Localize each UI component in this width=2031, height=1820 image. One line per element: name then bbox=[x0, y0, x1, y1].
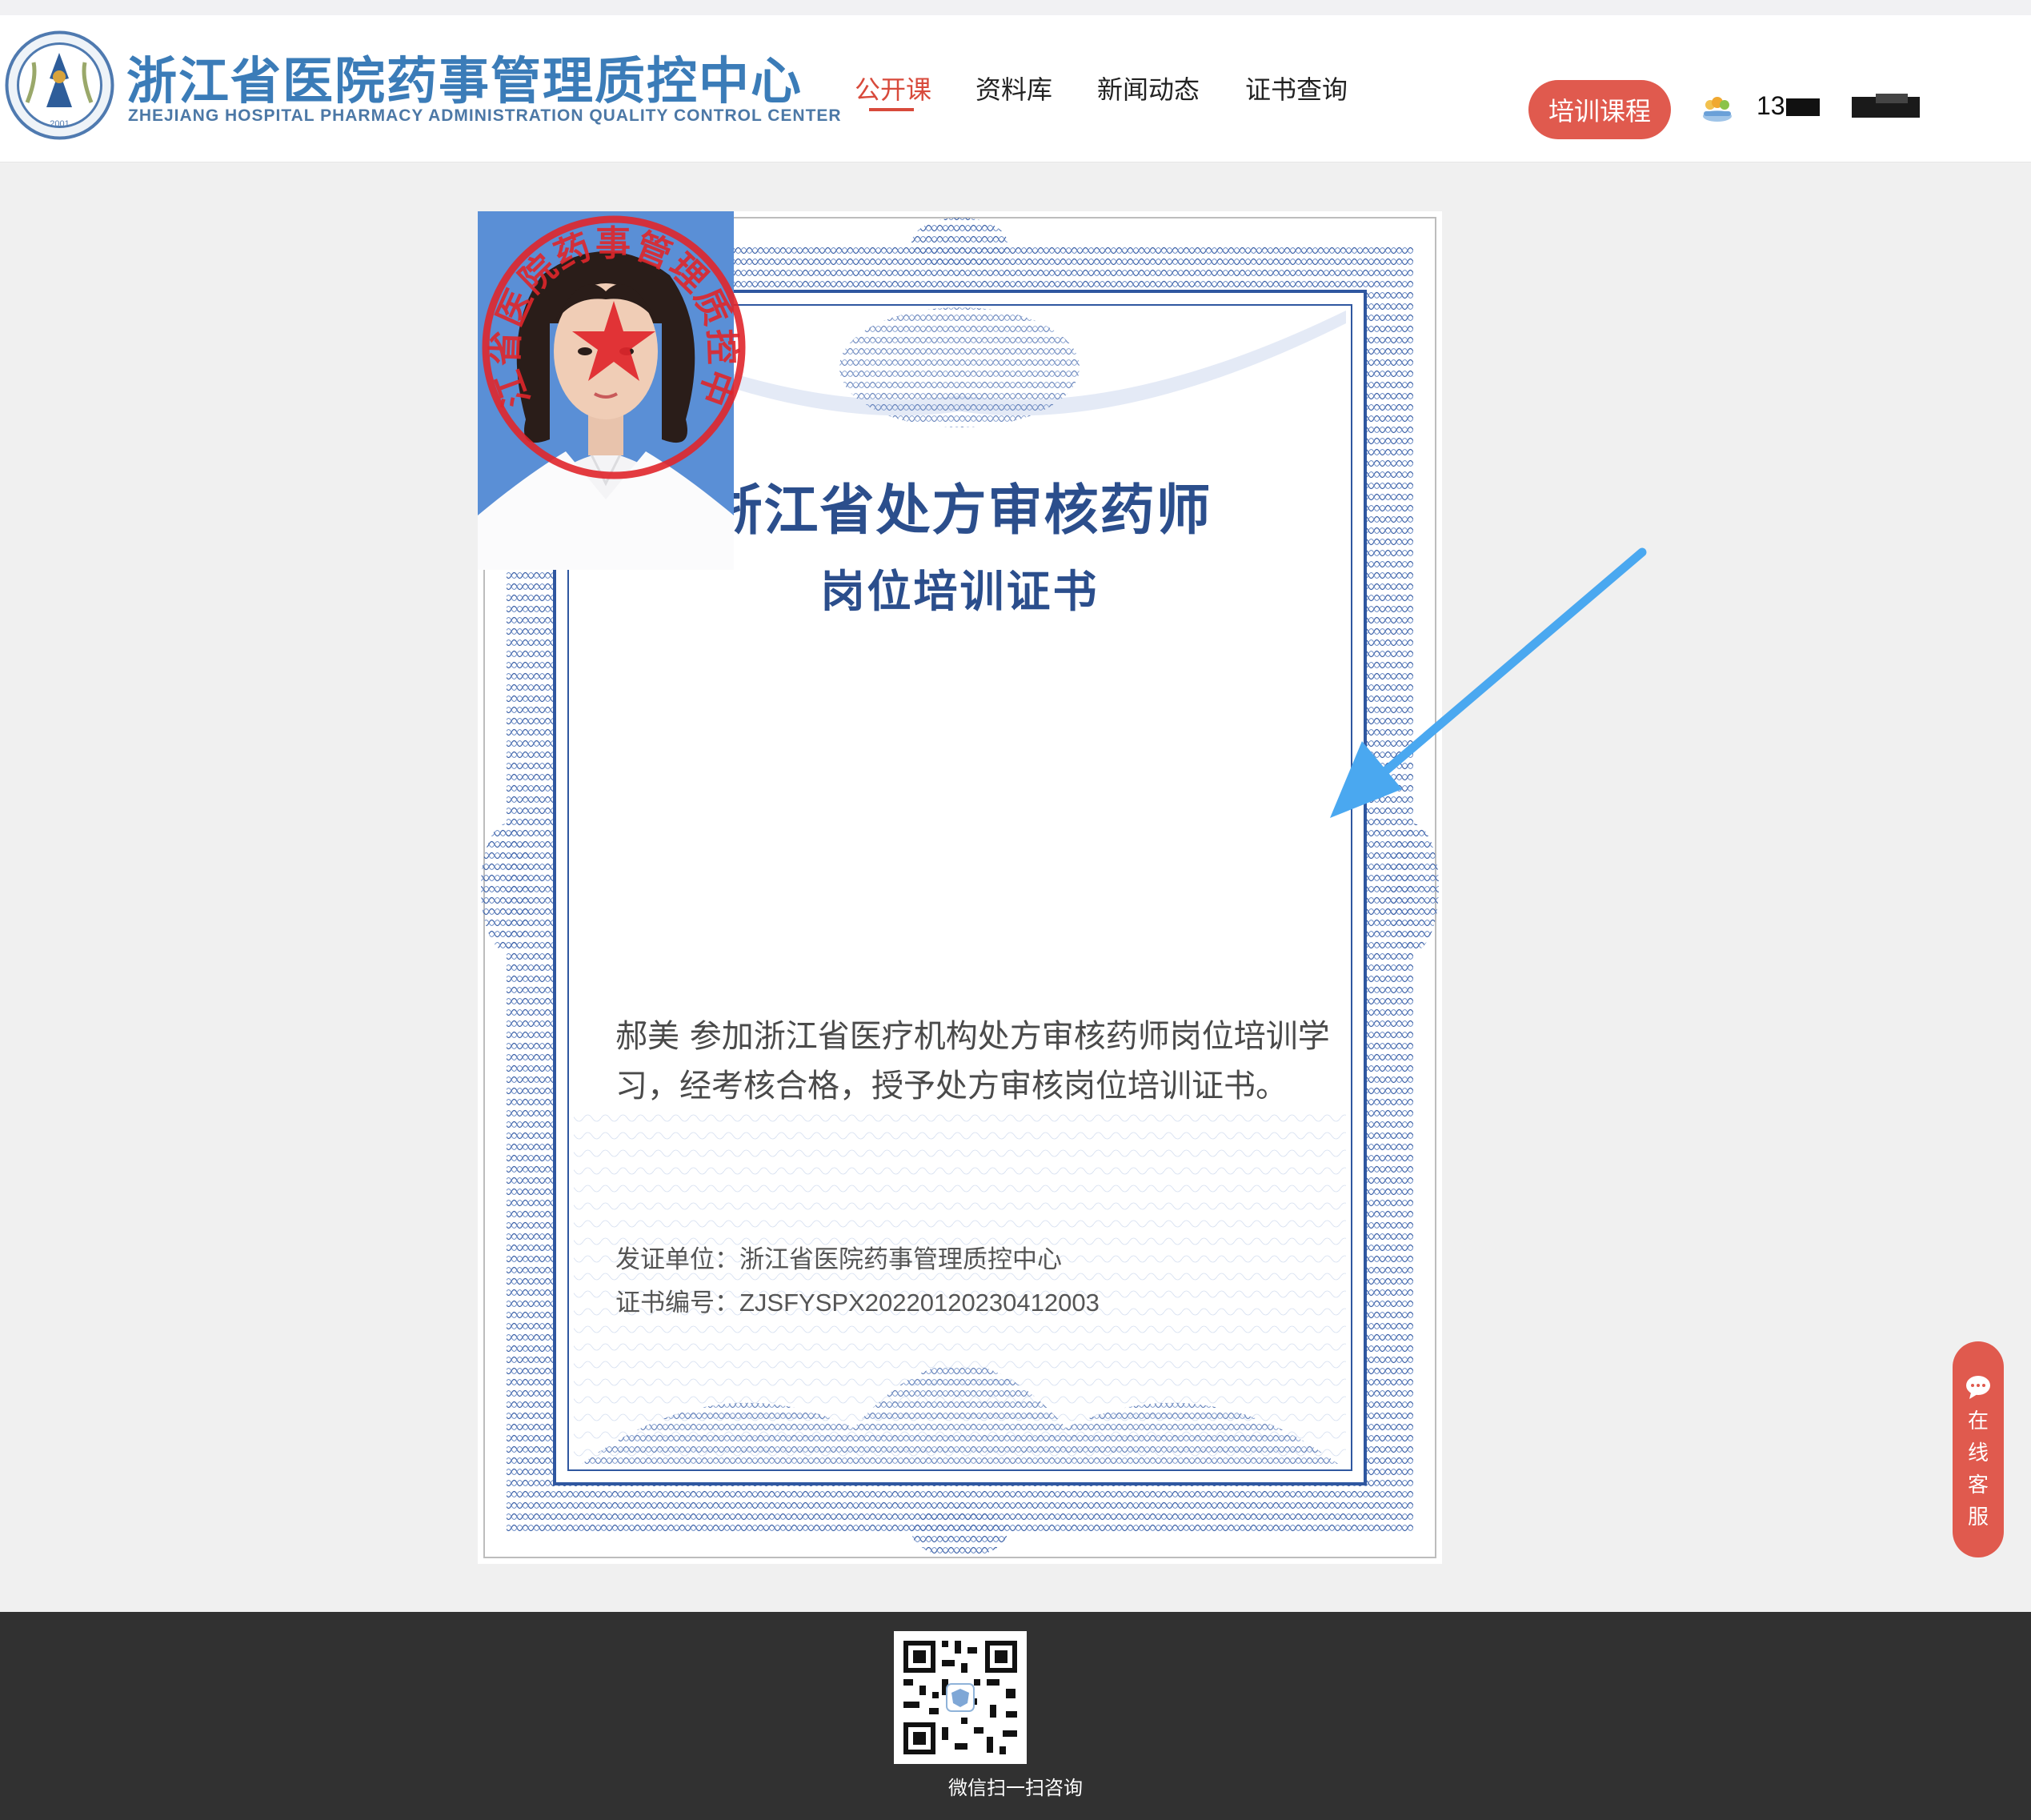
certificate-number-value: ZJSFYSPX20220120230412003 bbox=[739, 1289, 1100, 1317]
pointer-arrow-annotation bbox=[1330, 547, 1647, 818]
site-footer: 微信扫一扫咨询 bbox=[0, 1612, 2031, 1820]
logo-emblem-icon[interactable]: 2001 bbox=[5, 30, 114, 140]
certificate: 浙江省处方审核药师 岗位培训证书 郝美 参加浙江省医疗机构处方审核药师岗位培训学… bbox=[478, 211, 1442, 1564]
certificate-number-label: 证书编号： bbox=[615, 1289, 739, 1317]
redaction-mark bbox=[1876, 94, 1908, 103]
nav-certificate-query[interactable]: 证书查询 bbox=[1245, 70, 1348, 110]
nav-open-courses[interactable]: 公开课 bbox=[855, 70, 931, 110]
training-courses-button[interactable]: 培训课程 bbox=[1528, 80, 1671, 139]
user-phone[interactable]: 13 bbox=[1757, 91, 1785, 121]
nav-resources[interactable]: 资料库 bbox=[975, 70, 1052, 110]
redaction-mark bbox=[1786, 98, 1820, 116]
issuer-value: 浙江省医院药事管理质控中心 bbox=[739, 1245, 1062, 1274]
svg-text:浙江省医院药事管理质控中心: 浙江省医院药事管理质控中心 bbox=[478, 211, 743, 412]
wechat-qr-code[interactable] bbox=[894, 1631, 1027, 1764]
browser-top-strip bbox=[0, 0, 2031, 15]
online-support-label: 在线客服 bbox=[1967, 1409, 1989, 1529]
svg-text:2001: 2001 bbox=[50, 119, 69, 129]
site-logo-title[interactable]: 浙江省医院药事管理质控中心 bbox=[126, 41, 803, 114]
user-avatar-icon[interactable] bbox=[1701, 92, 1734, 126]
site-header: 2001 浙江省医院药事管理质控中心 ZHEJIANG HOSPITAL PHA… bbox=[0, 15, 2031, 162]
online-support-button[interactable]: 在线客服 bbox=[1953, 1341, 2004, 1557]
issuer-label: 发证单位： bbox=[615, 1245, 739, 1274]
official-seal-icon: 浙江省医院药事管理质控中心 bbox=[478, 211, 746, 479]
qr-caption: 微信扫一扫咨询 bbox=[948, 1777, 1083, 1799]
nav-active-indicator bbox=[869, 108, 914, 111]
nav-news[interactable]: 新闻动态 bbox=[1097, 70, 1200, 110]
site-logo-subtitle: ZHEJIANG HOSPITAL PHARMACY ADMINISTRATIO… bbox=[128, 106, 842, 125]
certificate-body-text: 郝美 参加浙江省医疗机构处方审核药师岗位培训学习，经考核合格，授予处方审核岗位培… bbox=[615, 1018, 1330, 1104]
chat-bubble-icon bbox=[1966, 1376, 1990, 1399]
certificate-number-line: 证书编号：ZJSFYSPX20220120230412003 bbox=[615, 1282, 1100, 1318]
issuer-line: 发证单位：浙江省医院药事管理质控中心 bbox=[615, 1239, 1062, 1275]
